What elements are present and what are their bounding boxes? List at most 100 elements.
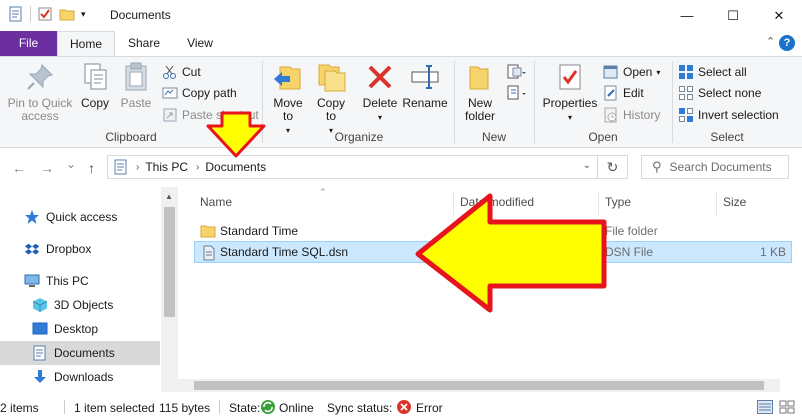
invert-selection-button[interactable]: Invert selection — [678, 105, 779, 125]
status-item-count: 2 items — [0, 401, 39, 415]
breadcrumb-this-pc[interactable]: This PC — [145, 160, 188, 174]
breadcrumb-documents[interactable]: Documents — [205, 160, 266, 174]
copy-to-label: Copy to — [316, 96, 345, 123]
copy-label: Copy — [80, 96, 109, 110]
nav-item-label: Dropbox — [46, 242, 92, 256]
properties-check-icon — [559, 64, 581, 90]
column-header-type[interactable]: Type — [605, 195, 631, 209]
navigation-pane: Quick access Dropbox This PC 3D Objects … — [0, 187, 162, 392]
help-icon[interactable]: ? — [779, 35, 795, 51]
column-separator[interactable] — [453, 191, 454, 215]
properties-label: Properties — [542, 96, 598, 110]
table-row[interactable]: Standard Time SQL.dsn DSN File 1 KB — [194, 241, 792, 263]
status-state-value: Online — [279, 401, 314, 415]
edit-button[interactable]: Edit — [603, 83, 644, 103]
large-icons-view-icon[interactable] — [779, 400, 795, 414]
maximize-button[interactable]: ☐ — [710, 0, 756, 31]
search-input[interactable]: ⚲ Search Documents — [641, 155, 789, 179]
address-bar[interactable]: › This PC › Documents ⌄ ↻ — [107, 155, 628, 179]
select-all-button[interactable]: Select all — [678, 62, 747, 82]
paste-shortcut-button[interactable]: Paste shortcut — [162, 105, 259, 125]
file-name: Standard Time SQL.dsn — [220, 245, 349, 259]
column-header-name[interactable]: Name — [200, 195, 232, 209]
delete-dropdown-icon: ▾ — [377, 113, 382, 122]
new-item-icon[interactable] — [506, 64, 526, 80]
navigation-pane-scrollbar[interactable]: ▲ — [161, 187, 178, 392]
cut-button[interactable]: Cut — [162, 62, 201, 82]
rename-label: Rename — [402, 96, 448, 110]
nav-item-label: Downloads — [54, 370, 114, 384]
new-folder-button[interactable]: New folder — [460, 61, 500, 123]
nav-item-downloads[interactable]: Downloads — [0, 365, 160, 389]
refresh-icon[interactable]: ↻ — [597, 156, 627, 178]
breadcrumb-chevron-icon[interactable]: › — [136, 162, 139, 173]
properties-button[interactable]: Properties ▾ — [540, 61, 600, 124]
qat-dropdown-icon[interactable]: ▾ — [81, 9, 86, 20]
nav-item-quick-access[interactable]: Quick access — [0, 205, 160, 229]
breadcrumb-chevron-icon[interactable]: › — [196, 162, 199, 173]
nav-item-desktop[interactable]: Desktop — [0, 317, 160, 341]
copy-button[interactable]: Copy — [76, 61, 114, 110]
nav-item-documents[interactable]: Documents — [0, 341, 160, 365]
tab-view[interactable]: View — [176, 31, 224, 56]
back-arrow-icon[interactable]: ← — [12, 160, 26, 176]
column-header-date-modified[interactable]: Date modified — [460, 195, 534, 209]
tab-home[interactable]: Home — [57, 31, 115, 56]
address-dropdown-icon[interactable]: ⌄ — [583, 160, 591, 171]
minimize-icon: — — [680, 8, 694, 23]
cut-label: Cut — [182, 65, 201, 79]
delete-icon — [368, 65, 392, 89]
scrollbar-thumb[interactable] — [194, 381, 764, 390]
move-to-button[interactable]: Move to ▾ — [268, 61, 308, 137]
rename-button[interactable]: Rename — [402, 61, 448, 110]
close-button[interactable]: ✕ — [756, 0, 802, 31]
status-state-label: State: — [229, 401, 261, 415]
file-type: File folder — [605, 224, 658, 238]
nav-item-3d-objects[interactable]: 3D Objects — [0, 293, 160, 317]
select-all-icon — [679, 65, 693, 79]
pin-label: Pin to Quick access — [7, 96, 73, 123]
paste-button[interactable]: Paste — [116, 61, 156, 110]
nav-item-this-pc[interactable]: This PC — [0, 269, 160, 293]
scrollbar-thumb[interactable] — [164, 207, 175, 317]
status-selection: 1 item selected — [74, 401, 155, 415]
computer-icon — [24, 274, 40, 287]
status-separator — [219, 400, 220, 414]
forward-arrow-icon[interactable]: → — [40, 160, 54, 176]
recent-locations-icon[interactable]: ⌄ — [66, 157, 76, 171]
rename-icon — [411, 65, 439, 89]
scroll-up-icon[interactable]: ▲ — [165, 192, 173, 201]
status-bar: 2 items 1 item selected 115 bytes State:… — [0, 395, 802, 419]
table-row[interactable]: Standard Time File folder — [194, 220, 792, 242]
open-button[interactable]: Open ▾ — [603, 62, 660, 82]
pin-to-quick-access-button[interactable]: Pin to Quick access — [4, 61, 76, 123]
new-folder-icon[interactable] — [59, 6, 75, 22]
minimize-button[interactable]: — — [664, 0, 710, 31]
copy-path-button[interactable]: Copy path — [162, 83, 237, 103]
column-header-size[interactable]: Size — [723, 195, 746, 209]
column-separator[interactable] — [598, 191, 599, 215]
file-list-horizontal-scrollbar[interactable] — [178, 379, 780, 392]
3d-objects-icon — [32, 298, 48, 312]
open-group-label: Open — [588, 130, 618, 144]
tab-file[interactable]: File — [0, 31, 57, 56]
invert-selection-label: Invert selection — [698, 108, 779, 122]
delete-button[interactable]: Delete ▾ — [360, 61, 400, 124]
nav-item-dropbox[interactable]: Dropbox — [0, 237, 160, 261]
up-arrow-icon[interactable]: ↑ — [88, 160, 95, 176]
details-view-icon[interactable] — [757, 400, 773, 414]
select-none-button[interactable]: Select none — [678, 83, 761, 103]
easy-access-icon[interactable] — [506, 85, 526, 101]
copy-to-button[interactable]: Copy to ▾ — [312, 61, 350, 137]
delete-label: Delete — [362, 96, 398, 110]
collapse-ribbon-icon[interactable]: ⌃ — [766, 35, 775, 48]
star-icon — [25, 210, 39, 224]
tab-share[interactable]: Share — [120, 31, 168, 56]
history-label: History — [623, 108, 661, 122]
column-separator[interactable] — [716, 191, 717, 215]
history-button[interactable]: History — [603, 105, 660, 125]
checklist-icon[interactable] — [37, 6, 53, 22]
history-icon — [604, 107, 617, 123]
properties-icon[interactable] — [8, 6, 24, 22]
title-bar: ▾ Documents — ☐ ✕ — [0, 0, 802, 31]
